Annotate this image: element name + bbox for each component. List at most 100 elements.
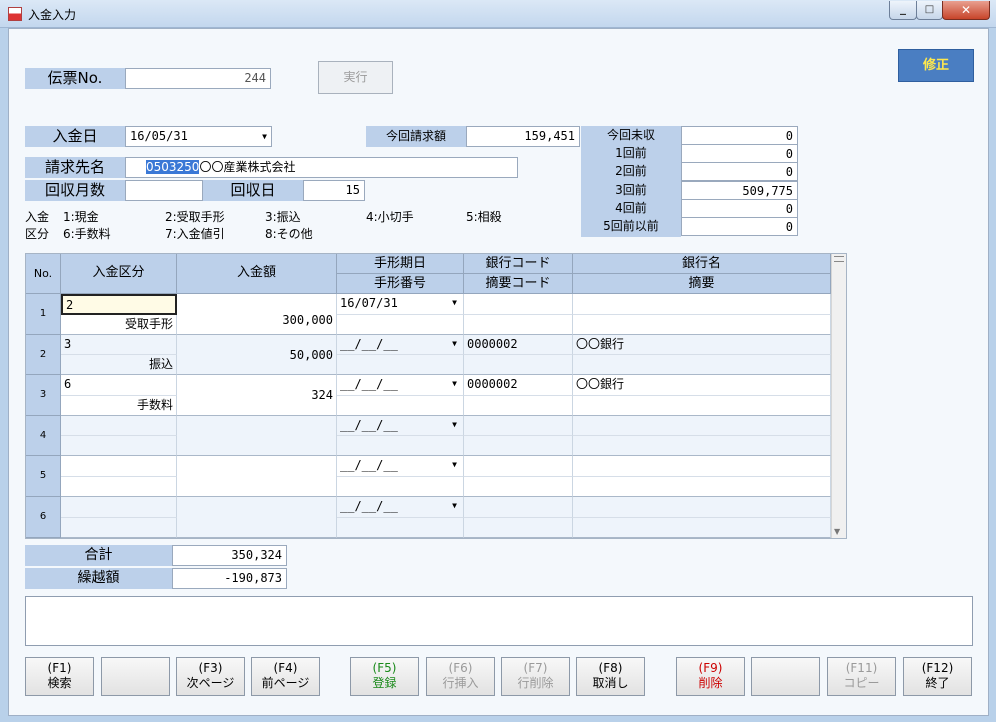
kubun-name-cell: 受取手形	[61, 315, 177, 335]
bank-code-cell[interactable]: 0000002	[464, 375, 573, 396]
kaishu-day-input[interactable]: 15	[303, 180, 365, 201]
amount-cell[interactable]	[177, 456, 337, 497]
tegata-no-cell[interactable]	[337, 436, 464, 456]
f9-delete-button[interactable]: (F9) 削除	[676, 657, 745, 696]
f5-register-button[interactable]: (F5) 登録	[350, 657, 419, 696]
f6-insert-row-button[interactable]: (F6) 行挿入	[426, 657, 495, 696]
fkey-label: 次ページ	[186, 676, 235, 690]
kubun-code-cell[interactable]	[61, 497, 177, 518]
tekiyo-code-cell[interactable]	[464, 396, 573, 416]
tegata-date-value: 16/07/31	[340, 296, 398, 310]
tegata-date-cell[interactable]: __/__/__ ▼	[337, 416, 464, 436]
tegata-date-value: __/__/__	[340, 337, 398, 351]
f3-next-page-button[interactable]: (F3) 次ページ	[176, 657, 245, 696]
chevron-down-icon[interactable]: ▼	[452, 456, 457, 474]
legend-item: 8:その他	[265, 227, 313, 241]
tekiyo-cell[interactable]	[573, 436, 831, 456]
f1-search-button[interactable]: (F1) 検索	[25, 657, 94, 696]
tegata-no-cell[interactable]	[337, 477, 464, 497]
total-label: 合計	[25, 545, 172, 566]
bank-code-cell[interactable]	[464, 497, 573, 518]
kubun-code-cell[interactable]	[61, 416, 177, 436]
tegata-date-value: __/__/__	[340, 377, 398, 391]
kubun-name-cell: 振込	[61, 355, 177, 375]
unpaid-label: 1回前	[615, 146, 647, 160]
close-button[interactable]: ✕	[942, 1, 990, 20]
tekiyo-code-cell[interactable]	[464, 518, 573, 538]
col-header-bank-code: 銀行コード	[464, 254, 573, 274]
bank-code-cell[interactable]	[464, 294, 573, 315]
kubun-code-cell[interactable]: 2	[61, 294, 177, 315]
seikyu-input[interactable]: 0503250〇〇産業株式会社	[125, 157, 518, 178]
denpyo-input[interactable]: 244	[125, 68, 271, 89]
f8-cancel-button[interactable]: (F8) 取消し	[576, 657, 645, 696]
legend-prefix: 区分	[25, 227, 50, 241]
carry-value: -190,873	[172, 568, 287, 589]
kubun-code-cell[interactable]	[61, 456, 177, 477]
bank-code-cell[interactable]	[464, 456, 573, 477]
amount-cell[interactable]	[177, 497, 337, 538]
tegata-date-cell[interactable]: __/__/__ ▼	[337, 497, 464, 518]
col-header-no: No.	[26, 254, 61, 294]
bank-name-cell	[573, 416, 831, 436]
tekiyo-code-cell[interactable]	[464, 355, 573, 375]
detail-grid: No. 入金区分 入金額 手形期日 手形番号 銀行コード 摘要コード 銀行名 摘…	[25, 253, 847, 539]
kaishu-months-input[interactable]	[125, 180, 203, 201]
tegata-no-cell[interactable]	[337, 355, 464, 375]
f2-blank-button[interactable]	[101, 657, 170, 696]
f10-blank-button[interactable]	[751, 657, 820, 696]
tegata-no-cell[interactable]	[337, 396, 464, 416]
tekiyo-code-cell[interactable]	[464, 315, 573, 335]
f7-delete-row-button[interactable]: (F7) 行削除	[501, 657, 570, 696]
amount-cell[interactable]: 50,000	[177, 335, 337, 375]
bank-code-cell[interactable]: 0000002	[464, 335, 573, 355]
fkey-label: 行削除	[517, 676, 554, 690]
bank-code-cell[interactable]	[464, 416, 573, 436]
legend-item: 7:入金値引	[165, 227, 225, 241]
tegata-no-cell[interactable]	[337, 315, 464, 335]
f11-copy-button[interactable]: (F11) コピー	[827, 657, 896, 696]
konkai-seikyu-label: 今回請求額	[366, 126, 466, 147]
tekiyo-code-cell[interactable]	[464, 477, 573, 497]
app-icon	[8, 7, 22, 21]
chevron-down-icon[interactable]: ▼	[262, 128, 267, 146]
minimize-button[interactable]: _	[889, 1, 917, 20]
tegata-date-cell[interactable]: __/__/__ ▼	[337, 456, 464, 477]
tekiyo-cell[interactable]	[573, 315, 831, 335]
execute-button[interactable]: 実行	[318, 61, 393, 94]
tekiyo-code-cell[interactable]	[464, 436, 573, 456]
chevron-down-icon[interactable]: ▼	[452, 375, 457, 393]
tegata-date-cell[interactable]: __/__/__ ▼	[337, 335, 464, 355]
f12-exit-button[interactable]: (F12) 終了	[903, 657, 972, 696]
tegata-date-cell[interactable]: __/__/__ ▼	[337, 375, 464, 396]
maximize-button[interactable]: □	[916, 1, 943, 20]
chevron-down-icon[interactable]: ▼	[452, 294, 457, 312]
tekiyo-cell[interactable]	[573, 396, 831, 416]
konkai-seikyu-value: 159,451	[466, 126, 580, 147]
chevron-down-icon[interactable]: ▼	[452, 497, 457, 515]
kubun-code-cell[interactable]: 6	[61, 375, 177, 396]
tegata-date-cell[interactable]: 16/07/31 ▼	[337, 294, 464, 315]
tekiyo-cell[interactable]	[573, 477, 831, 497]
amount-cell[interactable]: 300,000	[177, 294, 337, 335]
amount-cell[interactable]	[177, 416, 337, 456]
tekiyo-cell[interactable]	[573, 355, 831, 375]
tegata-date-value: __/__/__	[340, 418, 398, 432]
col-header-tegata-date: 手形期日	[337, 254, 464, 274]
nyukin-date-input[interactable]: 16/05/31 ▼	[125, 126, 272, 147]
fkey-label: 終了	[925, 676, 950, 690]
scroll-down-icon[interactable]: ▼	[834, 527, 840, 536]
carry-label: 繰越額	[25, 568, 172, 589]
chevron-down-icon[interactable]: ▼	[452, 335, 457, 353]
row-number: 3	[26, 375, 61, 416]
tekiyo-cell[interactable]	[573, 518, 831, 538]
amount-cell[interactable]: 324	[177, 375, 337, 416]
chevron-down-icon[interactable]: ▼	[452, 416, 457, 434]
grid-scrollbar[interactable]: ▼	[831, 254, 846, 538]
f4-prev-page-button[interactable]: (F4) 前ページ	[251, 657, 320, 696]
kubun-legend: 入金 1:現金 2:受取手形 3:振込 4:小切手 5:相殺 区分 6:手数料 …	[25, 208, 545, 244]
kubun-name-cell: 手数料	[61, 396, 177, 416]
kubun-code-cell[interactable]: 3	[61, 335, 177, 355]
legend-item: 4:小切手	[366, 210, 414, 224]
tegata-no-cell[interactable]	[337, 518, 464, 538]
